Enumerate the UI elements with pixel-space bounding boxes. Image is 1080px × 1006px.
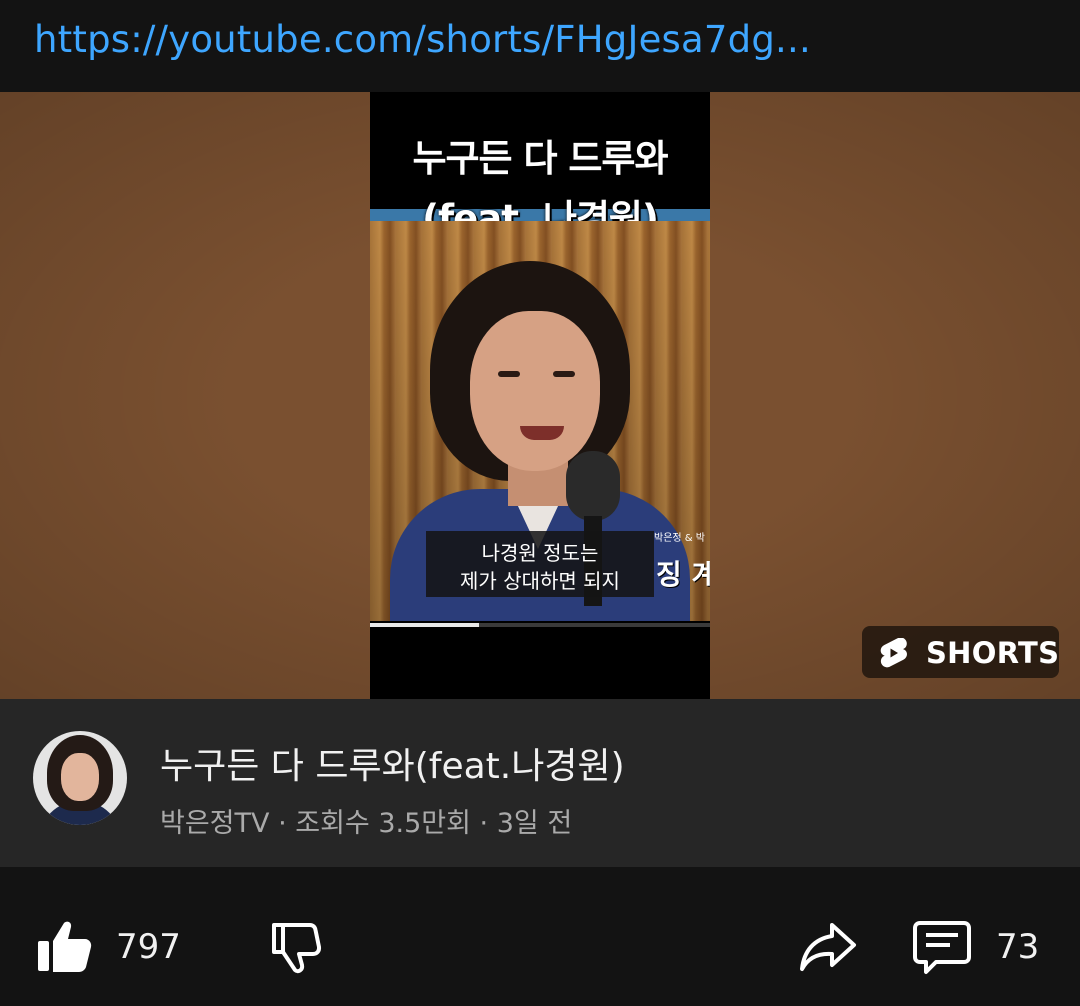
comment-count: 73 [996,927,1040,967]
video-progress-bar [370,623,710,627]
channel-avatar[interactable] [33,731,127,825]
upload-age: 3일 전 [496,808,573,839]
meta-separator: · [470,808,497,839]
comment-icon[interactable] [912,917,972,977]
side-banner: 박은정 & 박 징 계 [654,529,710,599]
video-subtitle: 나경원 정도는 제가 상대하면 되지 [426,531,654,597]
video-info-panel[interactable]: 누구든 다 드루와(feat.나경원) 박은정TV · 조회수 3.5만회 · … [0,699,1080,867]
like-count: 797 [116,927,181,967]
shorts-url-link[interactable]: https://youtube.com/shorts/FHgJesa7dg... [34,18,811,61]
side-banner-small: 박은정 & 박 [654,533,705,544]
view-count: 조회수 3.5만회 [295,808,471,839]
channel-name[interactable]: 박은정TV [160,808,269,839]
url-bar: https://youtube.com/shorts/FHgJesa7dg... [0,0,1080,92]
video-progress-fill [370,623,479,627]
video-overlay-title-line1: 누구든 다 드루와 [412,137,668,180]
link-preview-thumbnail[interactable]: 누구든 다 드루와 (feat. 나경원) 나경원 정도는 제가 상대하면 되지 [0,92,1080,699]
shorts-badge: SHORTS [862,626,1059,678]
shorts-video-frame[interactable]: 누구든 다 드루와 (feat. 나경원) 나경원 정도는 제가 상대하면 되지 [370,92,710,699]
side-banner-big: 징 계 [656,558,710,591]
video-title[interactable]: 누구든 다 드루와(feat.나경원) [160,737,625,789]
action-bar: 797 73 [0,867,1080,1006]
shorts-logo-icon [880,638,907,668]
subtitle-line2: 제가 상대하면 되지 [460,569,620,593]
video-scene: 나경원 정도는 제가 상대하면 되지 박은정 & 박 징 계 [370,221,710,621]
subtitle-line1: 나경원 정도는 [481,541,599,565]
thumbs-down-icon[interactable] [266,917,326,977]
video-meta: 박은정TV · 조회수 3.5만회 · 3일 전 [160,801,572,840]
shorts-badge-label: SHORTS [926,636,1060,670]
meta-separator: · [269,808,296,839]
microphone [566,451,620,521]
thumbs-up-icon[interactable] [34,917,94,977]
share-icon[interactable] [798,917,858,977]
